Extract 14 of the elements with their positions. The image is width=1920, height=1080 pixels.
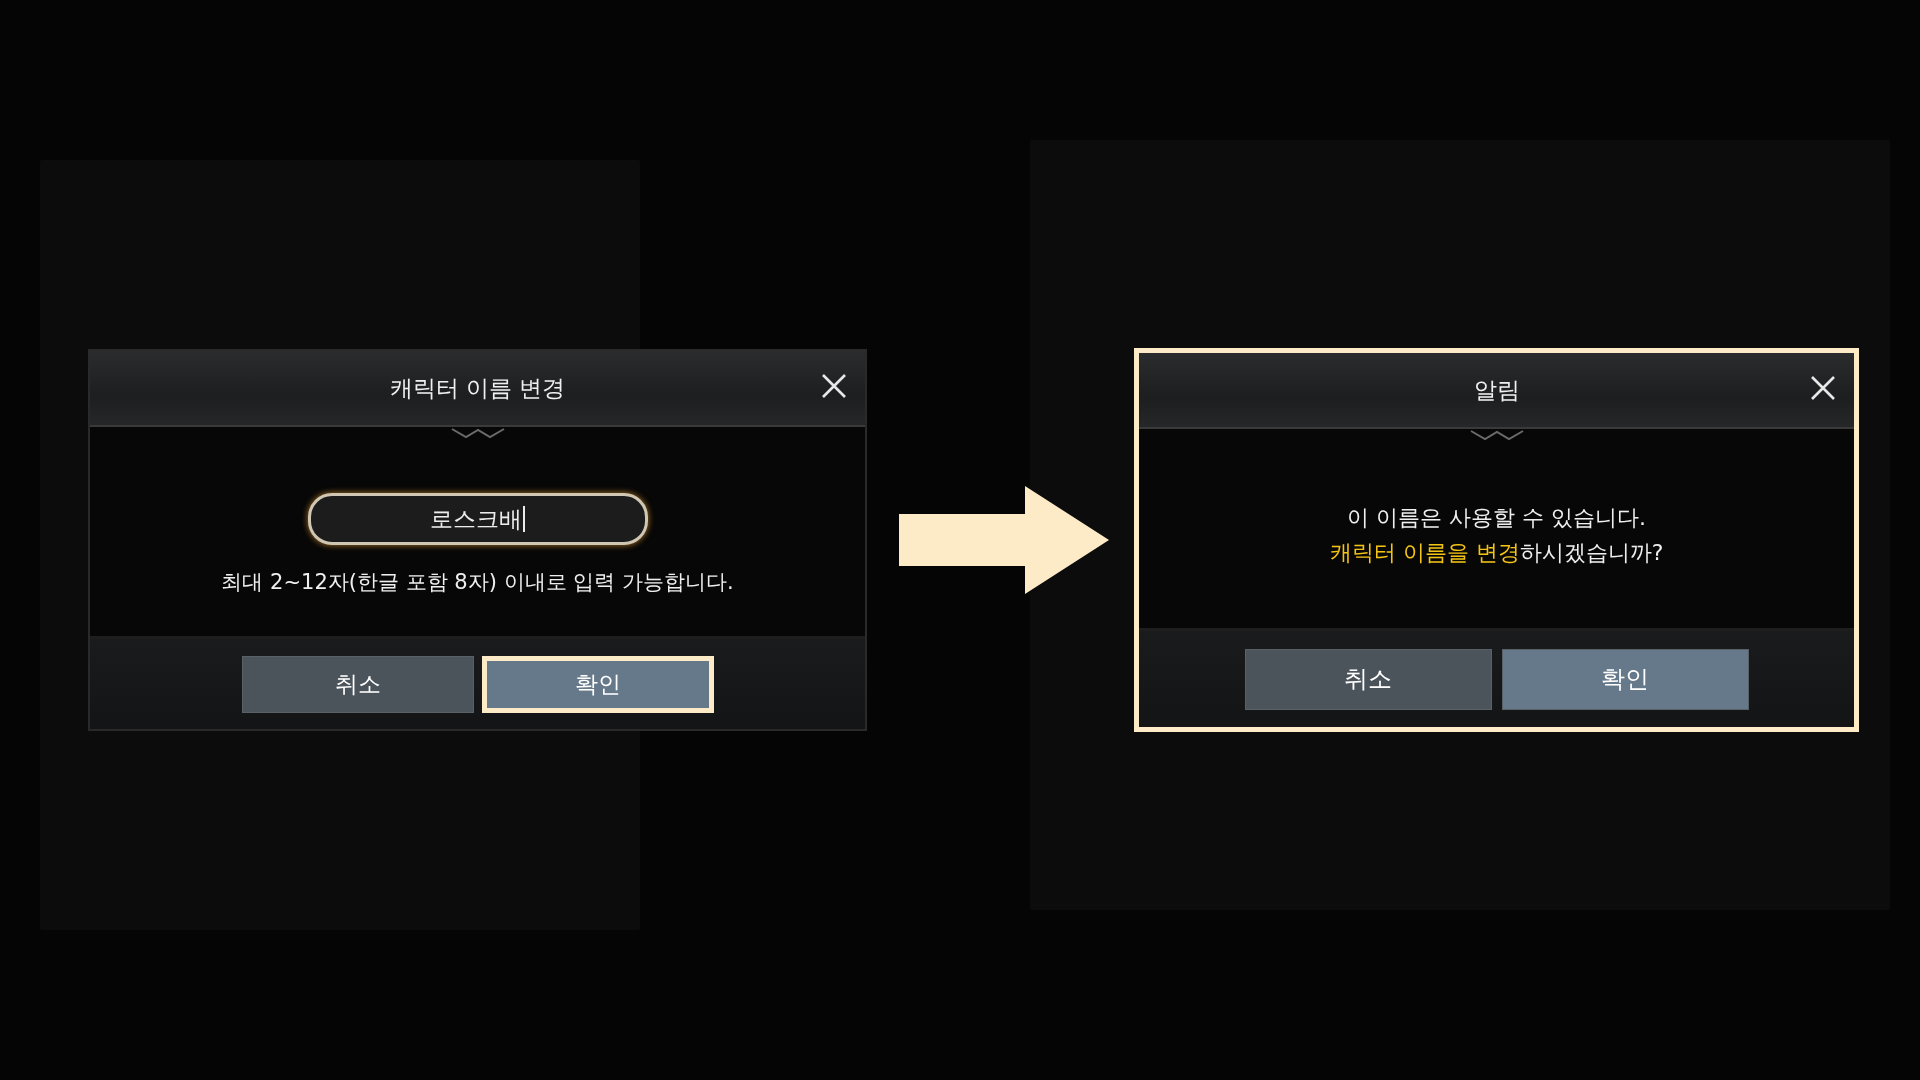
dialog-title: 캐릭터 이름 변경 bbox=[389, 373, 566, 403]
dialog-title: 알림 bbox=[1473, 375, 1520, 405]
cancel-button[interactable]: 취소 bbox=[1244, 648, 1492, 710]
arrow-icon bbox=[899, 486, 1109, 594]
close-button[interactable] bbox=[1810, 375, 1836, 401]
name-input-field[interactable]: 로스크배 bbox=[307, 493, 648, 545]
confirm-button[interactable]: 확인 bbox=[1501, 648, 1749, 710]
close-icon bbox=[1810, 375, 1836, 401]
dialog-message: 최대 2~12자(한글 포함 8자) 이내로 입력 가능합니다. bbox=[221, 569, 734, 596]
cancel-button[interactable]: 취소 bbox=[241, 655, 474, 713]
confirm-button[interactable]: 확인 bbox=[481, 655, 714, 713]
close-button[interactable] bbox=[821, 373, 847, 399]
dialog-message: 이 이름은 사용할 수 있습니다. 캐릭터 이름을 변경하시겠습니까? bbox=[1329, 503, 1664, 567]
close-icon bbox=[821, 373, 847, 399]
